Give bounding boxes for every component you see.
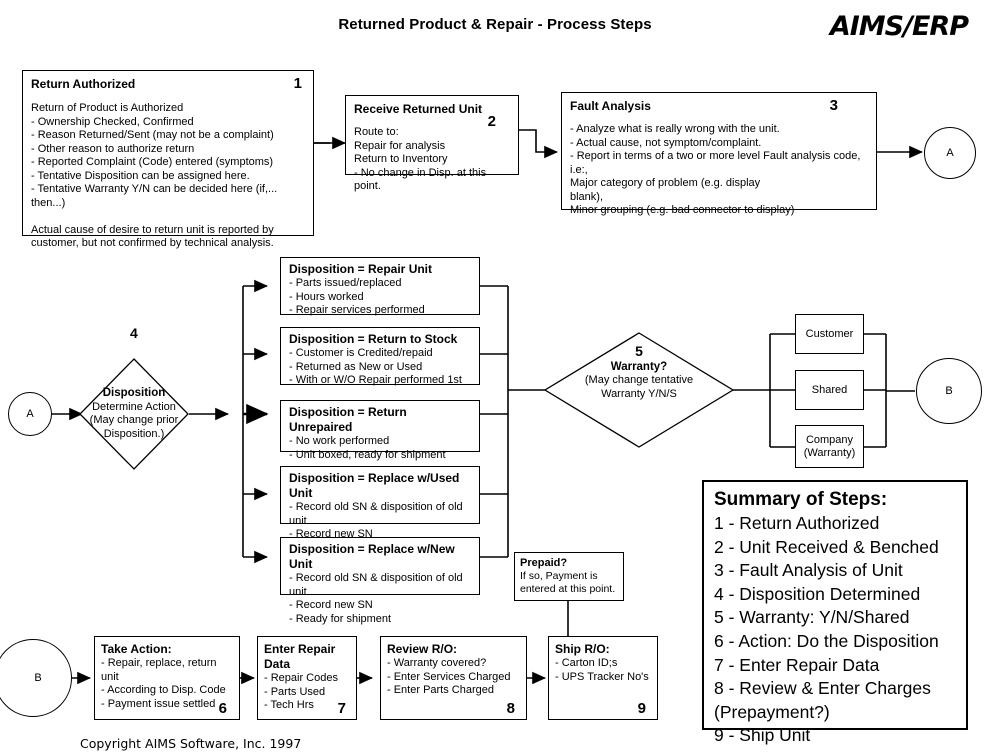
outcome-label: Company (Warranty) — [803, 433, 856, 459]
step-title: Take Action: — [101, 642, 172, 656]
step-box-disposition-return-to-stock[interactable]: Disposition = Return to Stock - Customer… — [280, 327, 480, 386]
step-box-disposition-repair-unit[interactable]: Disposition = Repair Unit - Parts issued… — [280, 257, 480, 316]
step-body: - Carton ID;s - UPS Tracker No's — [555, 657, 649, 683]
step-number: 1 — [293, 75, 302, 92]
diamond-shape — [543, 332, 735, 448]
step-box-review-ro[interactable]: Review R/O: - Warranty covered? - Enter … — [380, 636, 527, 720]
prepaid-title: Prepaid? — [520, 557, 568, 569]
step-number: 6 — [218, 699, 227, 717]
connector-circle-a-top[interactable]: A — [924, 127, 976, 179]
step-body: - Analyze what is really wrong with the … — [570, 123, 861, 216]
connector-label: B — [34, 672, 42, 684]
note-box-prepaid[interactable]: Prepaid? If so, Payment is entered at th… — [514, 552, 624, 601]
step-number: 7 — [337, 699, 346, 717]
step-title: Review R/O: — [387, 642, 458, 656]
summary-item: 3 - Fault Analysis of Unit — [714, 560, 903, 581]
step-box-take-action[interactable]: Take Action: - Repair, replace, return u… — [94, 636, 240, 720]
prepaid-body: If so, Payment is entered at this point. — [520, 570, 616, 595]
summary-item: 4 - Disposition Determined — [714, 583, 921, 604]
summary-item: 5 - Warranty: Y/N/Shared — [714, 607, 910, 628]
step-title: Return Authorized — [31, 77, 136, 91]
outcome-label: Shared — [811, 383, 848, 396]
connector-circle-b-right[interactable]: B — [916, 358, 982, 424]
connector-label: A — [946, 147, 954, 159]
summary-item: 6 - Action: Do the Disposition — [714, 630, 939, 651]
disposition-body: - Customer is Credited/repaid - Returned… — [289, 347, 462, 386]
summary-item: 2 - Unit Received & Benched — [714, 536, 939, 557]
disposition-title: Disposition = Replace w/New Unit — [289, 542, 455, 571]
connector-circle-a-left[interactable]: A — [8, 392, 52, 436]
brand-logo: AIMS/ERP — [829, 11, 969, 42]
disposition-body: - Parts issued/replaced - Hours worked -… — [289, 277, 425, 316]
copyright-text: Copyright AIMS Software, Inc. 1997 — [80, 736, 302, 751]
step-body: - Repair, replace, return unit - Accordi… — [101, 657, 226, 710]
decision-number-4: 4 — [130, 325, 138, 341]
outcome-box-company-warranty[interactable]: Company (Warranty) — [795, 425, 864, 468]
step-body: - Warranty covered? - Enter Services Cha… — [387, 657, 511, 696]
disposition-body: - Record old SN & disposition of old uni… — [289, 572, 463, 625]
outcome-box-shared[interactable]: Shared — [795, 370, 864, 410]
step-title: Fault Analysis — [570, 99, 651, 113]
summary-panel: Summary of Steps: 1 - Return Authorized … — [702, 480, 968, 745]
disposition-title: Disposition = Repair Unit — [289, 262, 433, 276]
step-body: Return of Product is Authorized - Owners… — [31, 102, 278, 249]
disposition-title: Disposition = Return to Stock — [289, 332, 458, 346]
disposition-title: Disposition = Replace w/Used Unit — [289, 471, 460, 500]
step-box-fault-analysis[interactable]: Fault Analysis - Analyze what is really … — [561, 92, 877, 216]
diamond-shape — [79, 358, 189, 470]
step-box-enter-repair-data[interactable]: Enter Repair Data - Repair Codes - Parts… — [257, 636, 357, 720]
outcome-box-customer[interactable]: Customer — [795, 314, 864, 354]
summary-title: Summary of Steps: — [714, 489, 888, 510]
summary-item: 1 - Return Authorized — [714, 513, 880, 533]
step-title: Ship R/O: — [555, 642, 610, 656]
step-number: 2 — [487, 113, 496, 130]
step-box-receive-returned-unit[interactable]: Receive Returned Unit Route to: Repair f… — [345, 95, 519, 192]
connector-circle-b-bottom[interactable]: B — [0, 639, 72, 717]
connector-label: A — [26, 408, 34, 420]
disposition-title: Disposition = Return Unrepaired — [289, 405, 407, 434]
summary-item: 8 - Review & Enter Charges (Prepayment?) — [714, 678, 931, 722]
step-number: 8 — [506, 699, 515, 717]
step-number: 3 — [829, 97, 838, 114]
step-box-disposition-replace-used-unit[interactable]: Disposition = Replace w/Used Unit - Reco… — [280, 466, 480, 554]
summary-list: 1 - Return Authorized 2 - Unit Received … — [714, 512, 958, 748]
step-box-return-authorized[interactable]: Return Authorized Return of Product is A… — [22, 70, 314, 249]
step-title: Enter Repair Data — [264, 642, 336, 671]
step-body: Route to: Repair for analysis Return to … — [354, 126, 487, 192]
step-number: 9 — [637, 699, 646, 717]
step-box-disposition-replace-new-unit[interactable]: Disposition = Replace w/New Unit - Recor… — [280, 537, 480, 625]
step-box-ship-ro[interactable]: Ship R/O: - Carton ID;s - UPS Tracker No… — [548, 636, 658, 720]
summary-item: 9 - Ship Unit — [714, 725, 811, 746]
summary-item: 7 - Enter Repair Data — [714, 654, 880, 675]
decision-disposition[interactable]: Disposition Determine Action (May change… — [78, 357, 190, 471]
decision-warranty[interactable]: 5 Warranty? (May change tentative Warran… — [543, 331, 735, 449]
disposition-body: - No work performed - Unit boxed, ready … — [289, 435, 446, 461]
connector-label: B — [945, 385, 953, 397]
outcome-label: Customer — [805, 327, 854, 340]
step-box-disposition-return-unrepaired[interactable]: Disposition = Return Unrepaired - No wor… — [280, 400, 480, 461]
